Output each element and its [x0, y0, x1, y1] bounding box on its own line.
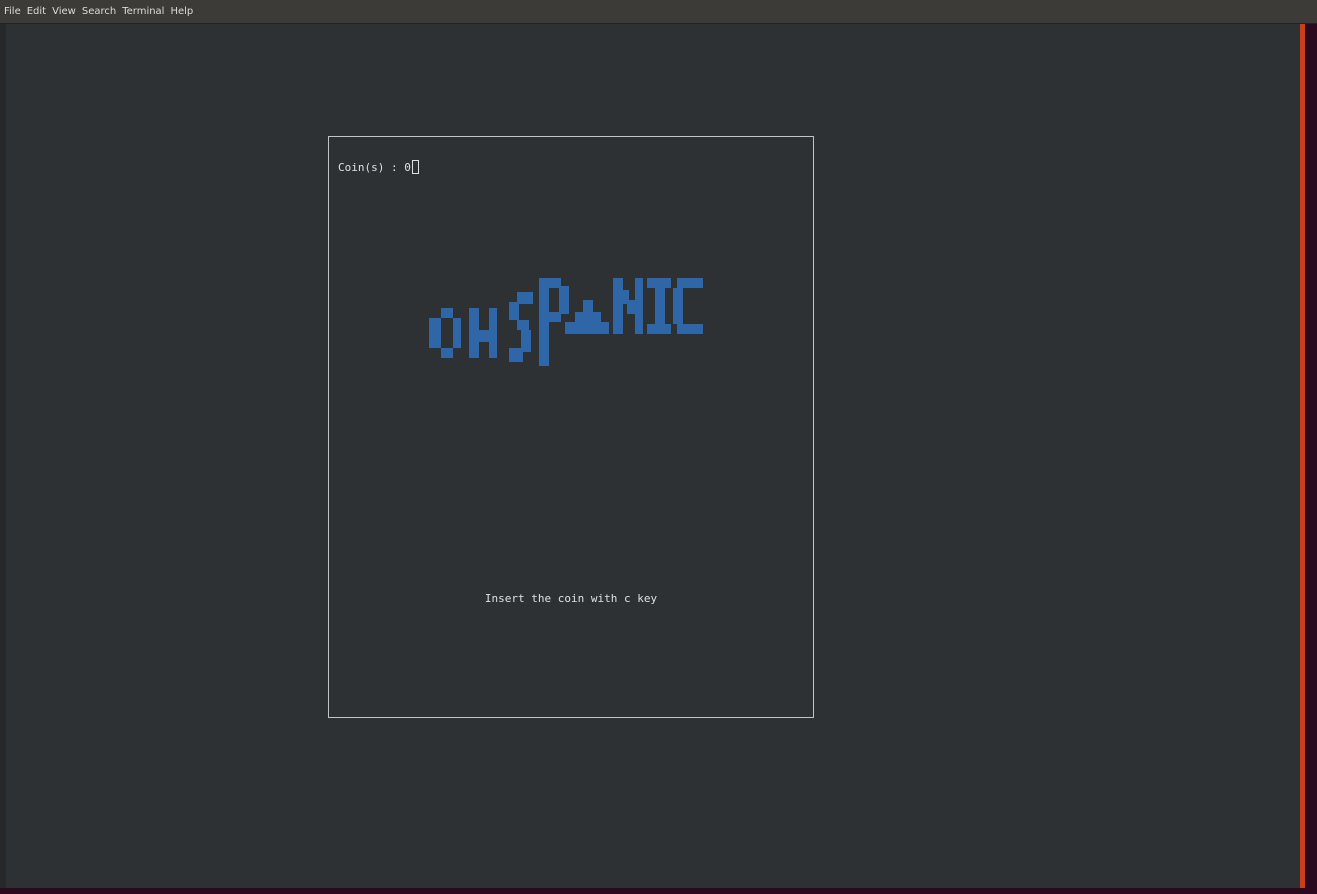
terminal-area[interactable]: Coin(s) : 0 Insert the coin with c key [6, 24, 1300, 888]
logo-letter-h [469, 308, 497, 358]
window-right-edge [1300, 24, 1317, 894]
coin-counter: Coin(s) : 0 [338, 160, 419, 174]
logo-letter-s [509, 292, 533, 362]
logo-letter-a [565, 300, 609, 334]
menu-search[interactable]: Search [82, 0, 116, 24]
menu-bar: File Edit View Search Terminal Help [0, 0, 1317, 24]
menu-terminal[interactable]: Terminal [122, 0, 164, 24]
window-accent-stripe [1300, 24, 1305, 894]
coin-label: Coin(s) : [338, 160, 405, 174]
menu-help[interactable]: Help [170, 0, 193, 24]
coin-value: 0 [404, 160, 411, 174]
window-bottom-edge [0, 888, 1317, 894]
logo-letter-c [673, 278, 703, 334]
menu-file[interactable]: File [4, 0, 21, 24]
game-title-logo [429, 278, 703, 366]
insert-coin-instruction: Insert the coin with c key [484, 592, 658, 605]
logo-letter-i [647, 278, 671, 334]
terminal-window: File Edit View Search Terminal Help Coin… [0, 0, 1317, 894]
logo-letter-o [429, 308, 461, 358]
menu-view[interactable]: View [52, 0, 76, 24]
menu-edit[interactable]: Edit [27, 0, 46, 24]
game-frame: Coin(s) : 0 Insert the coin with c key [328, 136, 814, 718]
logo-letter-p [539, 278, 569, 366]
logo-letter-n [613, 278, 643, 334]
terminal-cursor [411, 160, 419, 174]
